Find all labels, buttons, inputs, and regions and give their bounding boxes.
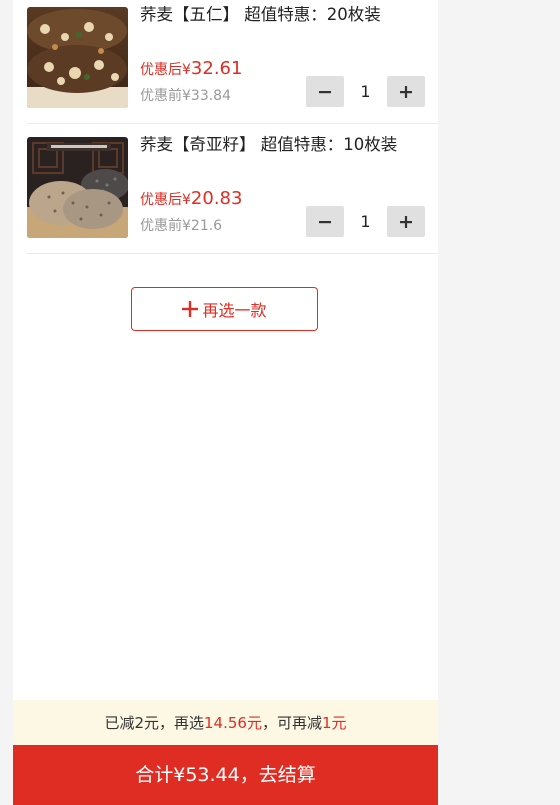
cart-item: 荞麦【五仁】 超值特惠：20枚装 优惠后¥32.61 优惠前¥33.84 1 (27, 0, 438, 122)
minus-icon (319, 90, 331, 93)
minus-icon (319, 220, 331, 223)
promo-text-part2: ，可再减 (261, 714, 322, 732)
original-price: 优惠前¥33.84 (140, 88, 231, 104)
discounted-price: 优惠后¥20.83 (140, 188, 242, 211)
product-image[interactable] (27, 7, 128, 108)
discounted-price-value: 32.61 (190, 58, 243, 79)
decrease-button[interactable] (306, 206, 344, 237)
checkout-button[interactable]: 合计¥53.44，去结算 (13, 745, 438, 805)
product-title[interactable]: 荞麦【五仁】 超值特惠：20枚装 (140, 3, 435, 27)
add-another-item-button[interactable]: 再选一款 (131, 287, 318, 331)
quantity-stepper: 1 (306, 206, 425, 237)
product-title[interactable]: 荞麦【奇亚籽】 超值特惠：10枚装 (140, 133, 435, 157)
cart-item: 荞麦【奇亚籽】 超值特惠：10枚装 优惠后¥20.83 优惠前¥21.6 1 (27, 123, 438, 254)
increase-button[interactable] (387, 206, 425, 237)
discounted-price-value: 20.83 (190, 188, 243, 209)
original-price: 优惠前¥21.6 (140, 218, 223, 234)
quantity-value[interactable]: 1 (344, 76, 387, 107)
add-another-item-label: 再选一款 (202, 301, 267, 320)
promo-text-part1: 已减2元，再选 (104, 714, 205, 732)
plus-icon (400, 85, 412, 98)
promo-amount: 14.56元 (204, 714, 262, 732)
plus-icon (182, 301, 199, 317)
decrease-button[interactable] (306, 76, 344, 107)
quantity-stepper: 1 (306, 76, 425, 107)
discounted-price: 优惠后¥32.61 (140, 58, 242, 81)
product-image[interactable] (27, 137, 128, 238)
plus-icon (400, 215, 412, 228)
discounted-price-label: 优惠后¥ (140, 192, 191, 208)
discounted-price-label: 优惠后¥ (140, 62, 191, 78)
promo-bar: 已减2元，再选 14.56元 ，可再减 1元 (13, 700, 438, 745)
increase-button[interactable] (387, 76, 425, 107)
promo-discount: 1元 (321, 714, 347, 732)
cart-panel: 荞麦【五仁】 超值特惠：20枚装 优惠后¥32.61 优惠前¥33.84 1 荞… (13, 0, 438, 790)
quantity-value[interactable]: 1 (344, 206, 387, 237)
